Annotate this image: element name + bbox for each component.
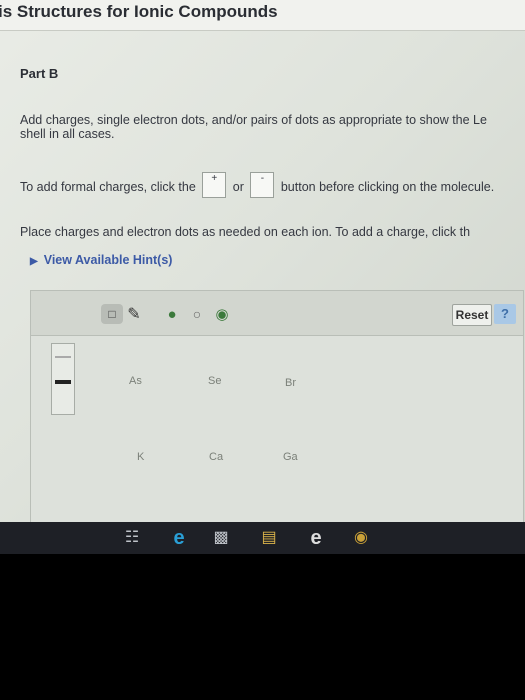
- instruction-line-4: Place charges and electron dots as neede…: [20, 225, 471, 239]
- plus-charge-button[interactable]: +: [202, 172, 227, 198]
- formal-charge-instruction: To add formal charges, click the + or - …: [20, 172, 495, 206]
- instruction-line-1: Add charges, single electron dots, and/o…: [20, 113, 487, 127]
- formal-charge-text-a: To add formal charges, click the: [20, 180, 196, 194]
- add-pair-icon[interactable]: ◉: [211, 304, 233, 324]
- double-bond-tool-icon[interactable]: [55, 380, 71, 384]
- atom-ca[interactable]: Ca: [209, 451, 223, 463]
- or-text: or: [232, 180, 244, 194]
- edge-icon[interactable]: e: [168, 528, 190, 548]
- atom-se[interactable]: Se: [208, 375, 221, 387]
- bond-tool-icon[interactable]: [55, 356, 71, 358]
- erase-icon[interactable]: ○: [186, 304, 208, 324]
- formal-charge-text-b: button before clicking on the molecule.: [280, 180, 495, 194]
- view-hints-link[interactable]: ▶ View Available Hint(s): [30, 253, 172, 267]
- ie-icon[interactable]: e: [305, 528, 327, 548]
- pencil-icon[interactable]: ✎: [123, 304, 145, 324]
- view-hints-label: View Available Hint(s): [43, 253, 173, 267]
- select-icon[interactable]: □: [101, 304, 123, 324]
- chrome-icon[interactable]: ◉: [350, 528, 372, 548]
- expand-triangle-icon: ▶: [30, 256, 38, 267]
- atom-k[interactable]: K: [137, 451, 144, 463]
- minus-charge-button[interactable]: -: [250, 172, 275, 198]
- atom-br[interactable]: Br: [285, 377, 296, 389]
- explorer-icon[interactable]: ▩: [210, 528, 232, 548]
- taskbar: ☷ e ▩ ▤ e ◉: [0, 522, 525, 554]
- task-view-icon[interactable]: ☷: [122, 528, 142, 548]
- part-label: Part B: [20, 66, 59, 81]
- help-button[interactable]: ?: [494, 304, 516, 324]
- reset-button[interactable]: Reset: [452, 304, 492, 326]
- title-bar: is Structures for Ionic Compounds: [0, 0, 525, 31]
- screen: is Structures for Ionic Compounds Part B…: [0, 0, 525, 522]
- side-tool-panel: [51, 343, 75, 415]
- page-title: is Structures for Ionic Compounds: [0, 2, 278, 21]
- add-dot-icon[interactable]: ●: [161, 304, 183, 324]
- atom-ga[interactable]: Ga: [283, 451, 298, 463]
- store-icon[interactable]: ▤: [258, 528, 280, 548]
- instruction-line-2: shell in all cases.: [20, 127, 115, 141]
- lewis-structure-editor: □ ✎ ● ○ ◉ Reset ? As Se Br K Ca Ga: [30, 290, 524, 522]
- editor-toolbar: □ ✎ ● ○ ◉ Reset ?: [31, 291, 523, 336]
- atom-as[interactable]: As: [129, 375, 142, 387]
